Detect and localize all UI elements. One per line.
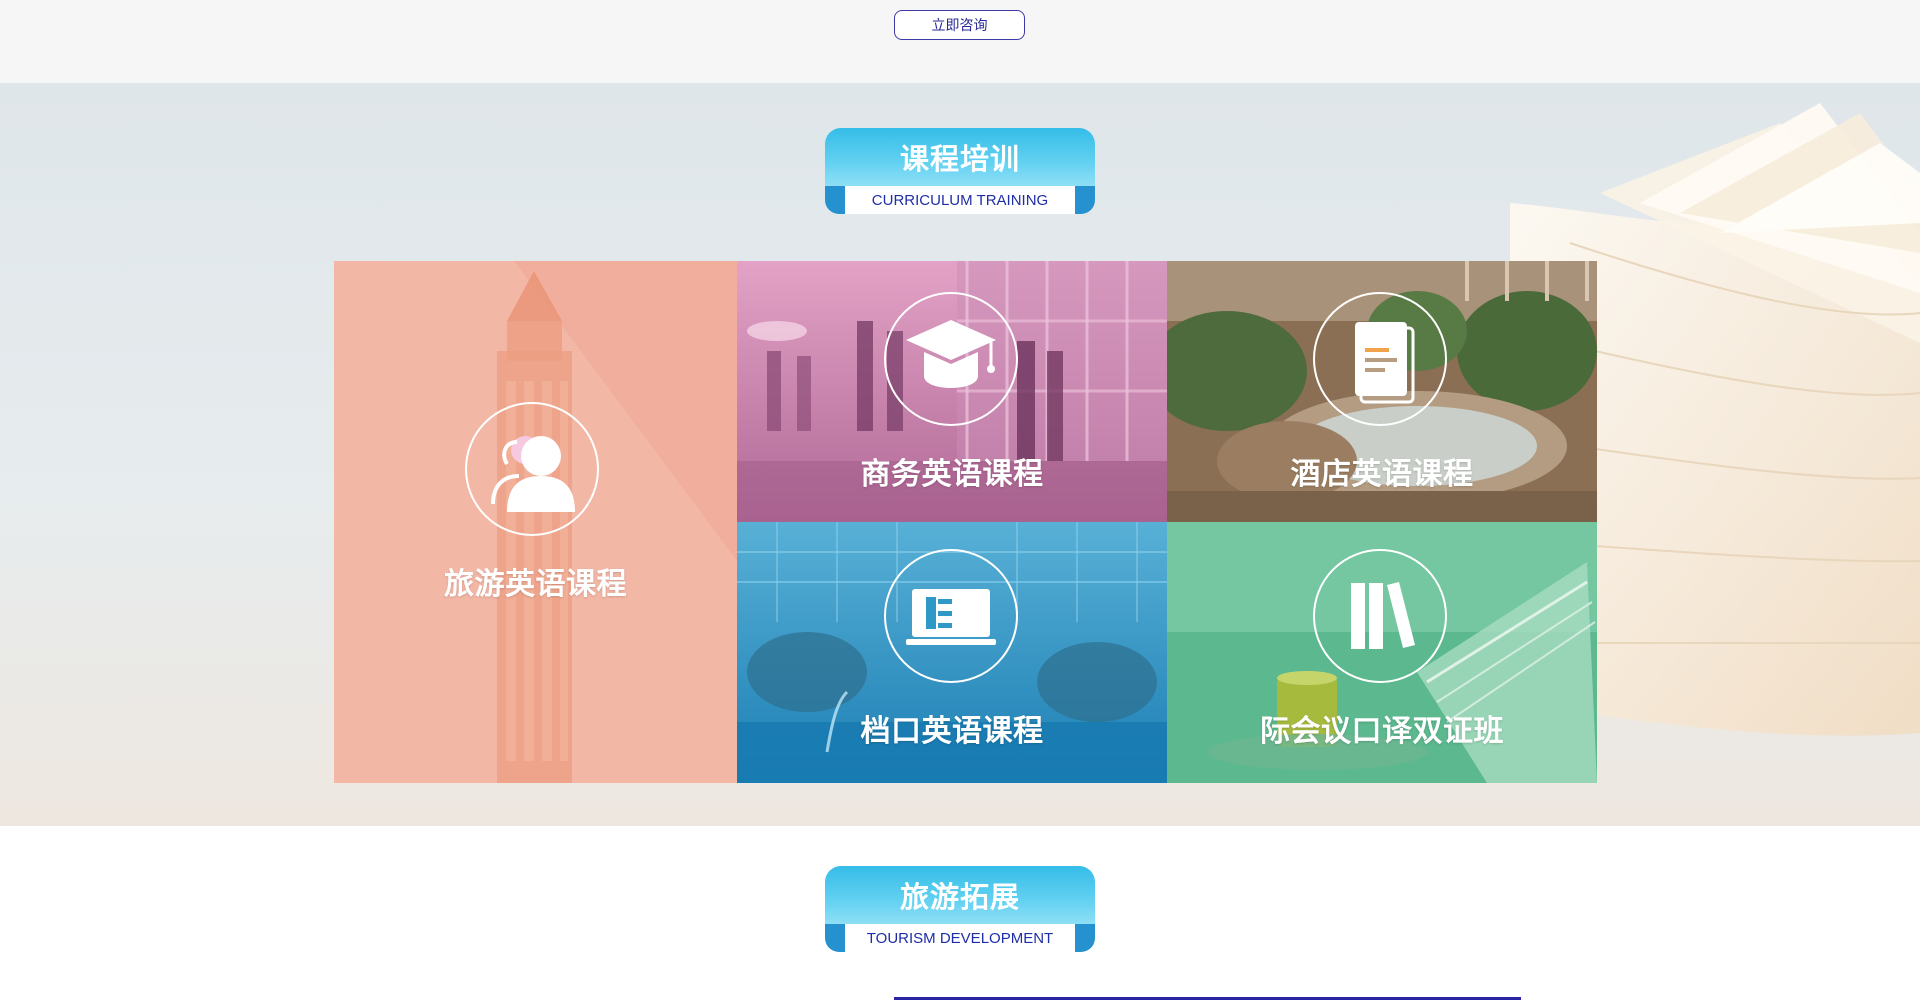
ribbon-tail-left	[825, 186, 845, 214]
course-title-ribbon: 课程培训 CURRICULUM TRAINING	[825, 128, 1095, 214]
tile-label-hotel-english: 酒店英语课程	[1290, 458, 1474, 491]
ribbon-tail-right	[1075, 186, 1095, 214]
tile-label-tourism-english: 旅游英语课程	[444, 568, 627, 601]
tourism-development-section: 旅游拓展 TOURISM DEVELOPMENT	[0, 826, 1920, 1000]
tourism-section-title: 旅游拓展	[825, 866, 1095, 924]
tile-conference-interpreting[interactable]: 际会议口译双证班	[1167, 522, 1597, 783]
tile-hotel-english[interactable]: 酒店英语课程	[1167, 261, 1597, 522]
course-section-title: 课程培训	[825, 128, 1095, 186]
tile-label-conference-interpreting: 际会议口译双证班	[1260, 715, 1504, 748]
book-icon	[1313, 292, 1447, 426]
tile-label-stall-english: 档口英语课程	[860, 715, 1044, 748]
ribbon-tail-right	[1075, 924, 1095, 952]
books-icon	[1313, 549, 1447, 683]
tile-label-business-english: 商务英语课程	[860, 458, 1044, 491]
top-band: 立即咨询	[0, 0, 1920, 83]
tile-stall-english[interactable]: 档口英语课程	[737, 522, 1167, 783]
course-section-subtitle: CURRICULUM TRAINING	[845, 186, 1075, 214]
tile-business-english[interactable]: 商务英语课程	[737, 261, 1167, 522]
consult-button[interactable]: 立即咨询	[894, 10, 1025, 40]
tourism-section-subtitle: TOURISM DEVELOPMENT	[845, 924, 1075, 952]
ribbon-tail-left	[825, 924, 845, 952]
course-training-section: 课程培训 CURRICULUM TRAINING 旅游英语课程 商务英语课程 酒…	[0, 83, 1920, 826]
tourism-title-ribbon: 旅游拓展 TOURISM DEVELOPMENT	[825, 866, 1095, 952]
graduation-cap-icon	[884, 292, 1018, 426]
presentation-board-icon	[884, 549, 1018, 683]
people-icon	[465, 402, 599, 536]
tile-tourism-english[interactable]: 旅游英语课程	[334, 261, 737, 783]
